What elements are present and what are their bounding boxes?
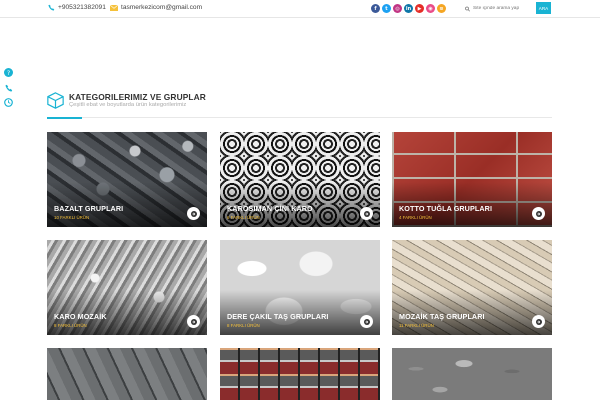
category-count: 8 FARKLI ÜRÜN: [227, 323, 260, 328]
category-card-partial-3[interactable]: [392, 348, 552, 400]
phone-icon: [48, 4, 55, 11]
category-count: 4 FARKLI ÜRÜN: [399, 215, 432, 220]
clock-icon[interactable]: [4, 98, 13, 107]
box-icon: [47, 92, 64, 109]
top-bar: +905321382091 tasmerkezicom@gmail.com f …: [0, 0, 600, 18]
facebook-icon[interactable]: f: [371, 4, 380, 13]
search-box: [465, 3, 533, 14]
category-title: KOTTO TUĞLA GRUPLARI: [399, 204, 493, 213]
category-card-mozaik-tas[interactable]: MOZAİK TAŞ GRUPLARI 11 FARKLI ÜRÜN: [392, 240, 552, 335]
search-button[interactable]: ARA: [536, 2, 551, 14]
instagram-icon[interactable]: ◎: [393, 4, 402, 13]
arrow-right-icon[interactable]: [360, 207, 373, 220]
section-subtitle: Çeşitli ebat ve boyutlarda ürün kategori…: [69, 102, 187, 108]
arrow-right-icon[interactable]: [532, 207, 545, 220]
help-icon[interactable]: ?: [4, 68, 13, 77]
categories-header: KATEGORILERIMIZ VE GRUPLAR Çeşitli ebat …: [47, 90, 552, 119]
youtube-icon[interactable]: ▶: [415, 4, 424, 13]
arrow-right-icon[interactable]: [360, 315, 373, 328]
category-title: MOZAİK TAŞ GRUPLARI: [399, 312, 485, 321]
category-count: 10 FARKLI ÜRÜN: [54, 215, 90, 220]
twitter-icon[interactable]: t: [382, 4, 391, 13]
arrow-right-icon[interactable]: [187, 315, 200, 328]
category-card-kotto[interactable]: KOTTO TUĞLA GRUPLARI 4 FARKLI ÜRÜN: [392, 132, 552, 227]
category-card-dere-cakil[interactable]: DERE ÇAKIL TAŞ GRUPLARI 8 FARKLI ÜRÜN: [220, 240, 380, 335]
category-image: [392, 348, 552, 400]
category-title: KARO MOZAİK: [54, 312, 107, 321]
category-count: 11 FARKLI ÜRÜN: [399, 323, 434, 328]
linkedin-icon[interactable]: in: [404, 4, 413, 13]
category-image: [220, 348, 380, 400]
category-card-bazalt[interactable]: BAZALT GRUPLARI 10 FARKLI ÜRÜN: [47, 132, 207, 227]
category-title: DERE ÇAKIL TAŞ GRUPLARI: [227, 312, 329, 321]
category-title: BAZALT GRUPLARI: [54, 204, 124, 213]
phone-contact[interactable]: +905321382091: [48, 4, 106, 11]
category-card-partial-2[interactable]: [220, 348, 380, 400]
category-count: 6 FARKLI ÜRÜN: [227, 215, 260, 220]
category-card-partial-1[interactable]: [47, 348, 207, 400]
search-input[interactable]: [473, 6, 533, 11]
phone-number: +905321382091: [58, 4, 106, 11]
social-links: f t ◎ in ▶ ◉ ≋: [371, 4, 446, 13]
section-title: KATEGORILERIMIZ VE GRUPLAR: [69, 92, 206, 102]
email-address: tasmerkezicom@gmail.com: [121, 4, 203, 11]
arrow-right-icon[interactable]: [532, 315, 545, 328]
mail-icon: [110, 4, 118, 11]
side-quick-links: ?: [4, 68, 13, 107]
category-count: 8 FARKLI ÜRÜN: [54, 323, 87, 328]
phone-side-icon[interactable]: [4, 83, 13, 92]
email-contact[interactable]: tasmerkezicom@gmail.com: [110, 4, 202, 11]
search-icon: [465, 6, 470, 11]
title-underline: [47, 117, 82, 119]
rss-icon[interactable]: ≋: [437, 4, 446, 13]
category-card-karosiman[interactable]: KAROSIMAN ÇİNİ KARO 6 FARKLI ÜRÜN: [220, 132, 380, 227]
arrow-right-icon[interactable]: [187, 207, 200, 220]
svg-text:?: ?: [7, 70, 10, 77]
category-image: [47, 348, 207, 400]
category-title: KAROSIMAN ÇİNİ KARO: [227, 204, 313, 213]
category-card-karo-mozaik[interactable]: KARO MOZAİK 8 FARKLI ÜRÜN: [47, 240, 207, 335]
dribbble-icon[interactable]: ◉: [426, 4, 435, 13]
